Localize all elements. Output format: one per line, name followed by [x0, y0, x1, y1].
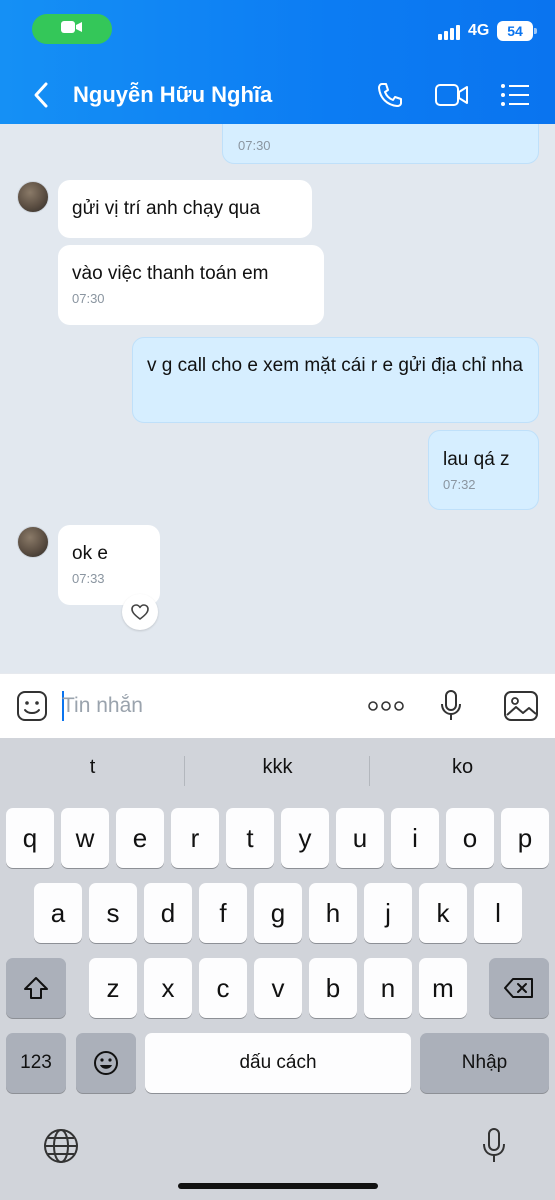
- more-dots-icon: [368, 701, 404, 711]
- signal-strength-icon: [438, 24, 460, 40]
- key-b[interactable]: b: [309, 958, 357, 1018]
- message-composer: [0, 673, 555, 738]
- key-l[interactable]: l: [474, 883, 522, 943]
- suggestion-item[interactable]: kkk: [185, 756, 370, 779]
- message-time: 07:30: [238, 138, 271, 153]
- space-key[interactable]: dấu cách: [145, 1033, 411, 1093]
- more-options-button[interactable]: [366, 686, 406, 726]
- message-text: gửi vị trí anh chạy qua: [72, 198, 261, 219]
- sticker-button[interactable]: [12, 686, 52, 726]
- key-i[interactable]: i: [391, 808, 439, 868]
- message-text: vào việc thanh toán em: [72, 263, 269, 284]
- nav-bar: Nguyễn Hữu Nghĩa: [0, 66, 555, 124]
- home-indicator[interactable]: [178, 1183, 378, 1189]
- key-m[interactable]: m: [419, 958, 467, 1018]
- microphone-icon: [441, 690, 461, 720]
- status-bar: 4G 54: [0, 0, 555, 60]
- avatar[interactable]: [17, 181, 49, 213]
- message-bubble-incoming[interactable]: ok e 07:33: [58, 525, 160, 605]
- globe-icon: [44, 1129, 78, 1163]
- key-w[interactable]: w: [61, 808, 109, 868]
- sticker-icon: [17, 691, 47, 721]
- key-u[interactable]: u: [336, 808, 384, 868]
- message-bubble-outgoing[interactable]: v g call cho e xem mặt cái r e gửi địa c…: [132, 337, 539, 423]
- photo-picker-button[interactable]: [501, 686, 541, 726]
- message-time: 07:33: [72, 571, 105, 586]
- key-f[interactable]: f: [199, 883, 247, 943]
- suggestion-item[interactable]: ko: [370, 756, 555, 779]
- key-s[interactable]: s: [89, 883, 137, 943]
- react-heart-button[interactable]: [122, 594, 158, 630]
- return-key[interactable]: Nhập: [420, 1033, 549, 1093]
- message-input[interactable]: [62, 688, 352, 724]
- message-bubble-incoming[interactable]: vào việc thanh toán em 07:30: [58, 245, 324, 325]
- chat-options-button[interactable]: [495, 76, 535, 114]
- message-list[interactable]: 07:30 gửi vị trí anh chạy qua vào việc t…: [0, 124, 555, 673]
- message-time: 07:30: [72, 291, 105, 306]
- key-v[interactable]: v: [254, 958, 302, 1018]
- message-text: v g call cho e xem mặt cái r e gửi địa c…: [147, 355, 524, 376]
- voice-message-button[interactable]: [431, 686, 471, 726]
- message-text: lau qá z: [443, 449, 510, 470]
- key-a[interactable]: a: [34, 883, 82, 943]
- key-k[interactable]: k: [419, 883, 467, 943]
- suggestion-item[interactable]: t: [0, 756, 185, 779]
- list-menu-icon: [501, 84, 529, 106]
- key-h[interactable]: h: [309, 883, 357, 943]
- ongoing-video-call-pill[interactable]: [32, 14, 112, 44]
- emoji-key[interactable]: [76, 1033, 136, 1093]
- video-camera-icon: [435, 84, 468, 106]
- key-j[interactable]: j: [364, 883, 412, 943]
- globe-button[interactable]: [39, 1124, 83, 1168]
- key-z[interactable]: z: [89, 958, 137, 1018]
- chevron-left-icon: [34, 82, 48, 108]
- message-time: 07:32: [443, 477, 476, 492]
- key-t[interactable]: t: [226, 808, 274, 868]
- phone-icon: [378, 83, 402, 107]
- video-call-button[interactable]: [432, 76, 472, 114]
- message-text: ok e: [72, 543, 108, 564]
- heart-icon: [131, 604, 149, 620]
- contact-name[interactable]: Nguyễn Hữu Nghĩa: [73, 82, 272, 108]
- key-g[interactable]: g: [254, 883, 302, 943]
- key-e[interactable]: e: [116, 808, 164, 868]
- key-q[interactable]: q: [6, 808, 54, 868]
- message-bubble-outgoing[interactable]: 07:30: [222, 124, 539, 164]
- video-camera-icon: [60, 19, 84, 40]
- key-p[interactable]: p: [501, 808, 549, 868]
- back-button[interactable]: [26, 78, 56, 112]
- key-c[interactable]: c: [199, 958, 247, 1018]
- suggestion-bar: t kkk ko: [0, 738, 555, 804]
- numbers-key[interactable]: 123: [6, 1033, 66, 1093]
- key-n[interactable]: n: [364, 958, 412, 1018]
- image-icon: [504, 691, 538, 721]
- backspace-icon: [504, 978, 533, 998]
- key-d[interactable]: d: [144, 883, 192, 943]
- message-bubble-incoming[interactable]: gửi vị trí anh chạy qua: [58, 180, 312, 238]
- network-type: 4G: [468, 22, 490, 39]
- key-r[interactable]: r: [171, 808, 219, 868]
- shift-arrow-icon: [24, 977, 48, 999]
- chat-header: 4G 54 Nguyễn Hữu Nghĩa: [0, 0, 555, 124]
- battery-indicator: 54: [497, 21, 537, 41]
- microphone-icon: [483, 1128, 505, 1162]
- key-o[interactable]: o: [446, 808, 494, 868]
- emoji-icon: [94, 1051, 118, 1075]
- shift-key[interactable]: [6, 958, 66, 1018]
- message-bubble-outgoing[interactable]: lau qá z 07:32: [428, 430, 539, 510]
- key-x[interactable]: x: [144, 958, 192, 1018]
- dictation-button[interactable]: [472, 1124, 516, 1168]
- avatar[interactable]: [17, 526, 49, 558]
- voice-call-button[interactable]: [370, 76, 410, 114]
- key-y[interactable]: y: [281, 808, 329, 868]
- backspace-key[interactable]: [489, 958, 549, 1018]
